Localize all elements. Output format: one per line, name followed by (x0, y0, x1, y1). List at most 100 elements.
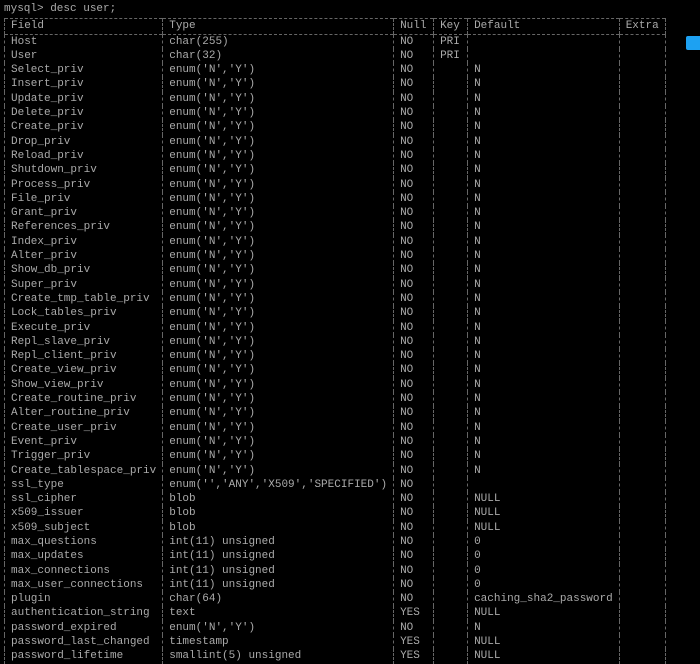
cell-null: YES (394, 635, 434, 649)
table-row: max_questionsint(11) unsignedNO0 (5, 535, 666, 549)
cell-key (434, 321, 468, 335)
table-row: ssl_cipherblobNONULL (5, 492, 666, 506)
cell-default: NULL (468, 606, 620, 620)
cell-extra (619, 135, 665, 149)
cell-field: Reload_priv (5, 149, 163, 163)
cell-null: NO (394, 549, 434, 563)
cell-extra (619, 163, 665, 177)
table-row: Update_privenum('N','Y')NON (5, 92, 666, 106)
cell-type: int(11) unsigned (163, 564, 394, 578)
cell-type: enum('N','Y') (163, 378, 394, 392)
cell-default: NULL (468, 492, 620, 506)
cell-type: char(32) (163, 49, 394, 63)
cell-key: PRI (434, 35, 468, 49)
table-row: Lock_tables_privenum('N','Y')NON (5, 306, 666, 320)
cell-field: Show_db_priv (5, 263, 163, 277)
cell-extra (619, 464, 665, 478)
cell-key (434, 349, 468, 363)
table-row: Create_user_privenum('N','Y')NON (5, 421, 666, 435)
cell-extra (619, 449, 665, 463)
cell-key (434, 77, 468, 91)
cell-key (434, 449, 468, 463)
cell-extra (619, 63, 665, 77)
cell-field: Alter_routine_priv (5, 406, 163, 420)
cell-null: NO (394, 464, 434, 478)
cell-extra (619, 406, 665, 420)
cell-field: Repl_slave_priv (5, 335, 163, 349)
cell-null: NO (394, 278, 434, 292)
cell-default: N (468, 378, 620, 392)
cell-null: YES (394, 606, 434, 620)
cell-type: enum('N','Y') (163, 63, 394, 77)
cell-extra (619, 635, 665, 649)
cell-type: enum('N','Y') (163, 435, 394, 449)
cell-field: ssl_type (5, 478, 163, 492)
mysql-prompt[interactable]: mysql> desc user; (4, 2, 696, 16)
cell-type: int(11) unsigned (163, 535, 394, 549)
cell-field: Select_priv (5, 63, 163, 77)
cell-default: NULL (468, 649, 620, 663)
cell-key (434, 592, 468, 606)
col-field: Field (5, 19, 163, 33)
cell-extra (619, 77, 665, 91)
cell-default: N (468, 306, 620, 320)
table-row: Alter_routine_privenum('N','Y')NON (5, 406, 666, 420)
table-row: Execute_privenum('N','Y')NON (5, 321, 666, 335)
cell-extra (619, 178, 665, 192)
cell-null: NO (394, 564, 434, 578)
cell-default: 0 (468, 535, 620, 549)
table-row: Trigger_privenum('N','Y')NON (5, 449, 666, 463)
table-row: max_user_connectionsint(11) unsignedNO0 (5, 578, 666, 592)
side-widget-icon[interactable] (686, 36, 700, 50)
cell-extra (619, 478, 665, 492)
cell-key (434, 564, 468, 578)
cell-default: 0 (468, 549, 620, 563)
table-row: Repl_slave_privenum('N','Y')NON (5, 335, 666, 349)
cell-default: 0 (468, 564, 620, 578)
cell-default (468, 49, 620, 63)
cell-null: NO (394, 592, 434, 606)
table-row: authentication_stringtextYESNULL (5, 606, 666, 620)
cell-type: blob (163, 506, 394, 520)
cell-default: NULL (468, 521, 620, 535)
cell-key (434, 206, 468, 220)
cell-type: enum('N','Y') (163, 106, 394, 120)
cell-key (434, 464, 468, 478)
table-row: Create_routine_privenum('N','Y')NON (5, 392, 666, 406)
cell-extra (619, 249, 665, 263)
cell-null: NO (394, 35, 434, 49)
cell-default (468, 478, 620, 492)
cell-type: enum('N','Y') (163, 363, 394, 377)
cell-null: NO (394, 135, 434, 149)
cell-type: enum('N','Y') (163, 392, 394, 406)
cell-default: N (468, 120, 620, 134)
cell-type: enum('N','Y') (163, 220, 394, 234)
cell-extra (619, 506, 665, 520)
cell-key (434, 363, 468, 377)
cell-key (434, 149, 468, 163)
table-row: x509_subjectblobNONULL (5, 521, 666, 535)
cell-field: Host (5, 35, 163, 49)
cell-type: enum('N','Y') (163, 120, 394, 134)
cell-extra (619, 220, 665, 234)
cell-field: Process_priv (5, 178, 163, 192)
table-row: Create_view_privenum('N','Y')NON (5, 363, 666, 377)
table-row: password_last_changedtimestampYESNULL (5, 635, 666, 649)
cell-field: Super_priv (5, 278, 163, 292)
table-row: Alter_privenum('N','Y')NON (5, 249, 666, 263)
cell-extra (619, 578, 665, 592)
cell-type: int(11) unsigned (163, 549, 394, 563)
cell-field: User (5, 49, 163, 63)
cell-key (434, 92, 468, 106)
cell-null: NO (394, 249, 434, 263)
cell-extra (619, 392, 665, 406)
cell-field: password_lifetime (5, 649, 163, 663)
cell-extra (619, 535, 665, 549)
cell-type: enum('N','Y') (163, 149, 394, 163)
cell-key (434, 220, 468, 234)
cell-field: Execute_priv (5, 321, 163, 335)
cell-null: NO (394, 578, 434, 592)
cell-null: NO (394, 378, 434, 392)
cell-default: N (468, 435, 620, 449)
cell-extra (619, 606, 665, 620)
